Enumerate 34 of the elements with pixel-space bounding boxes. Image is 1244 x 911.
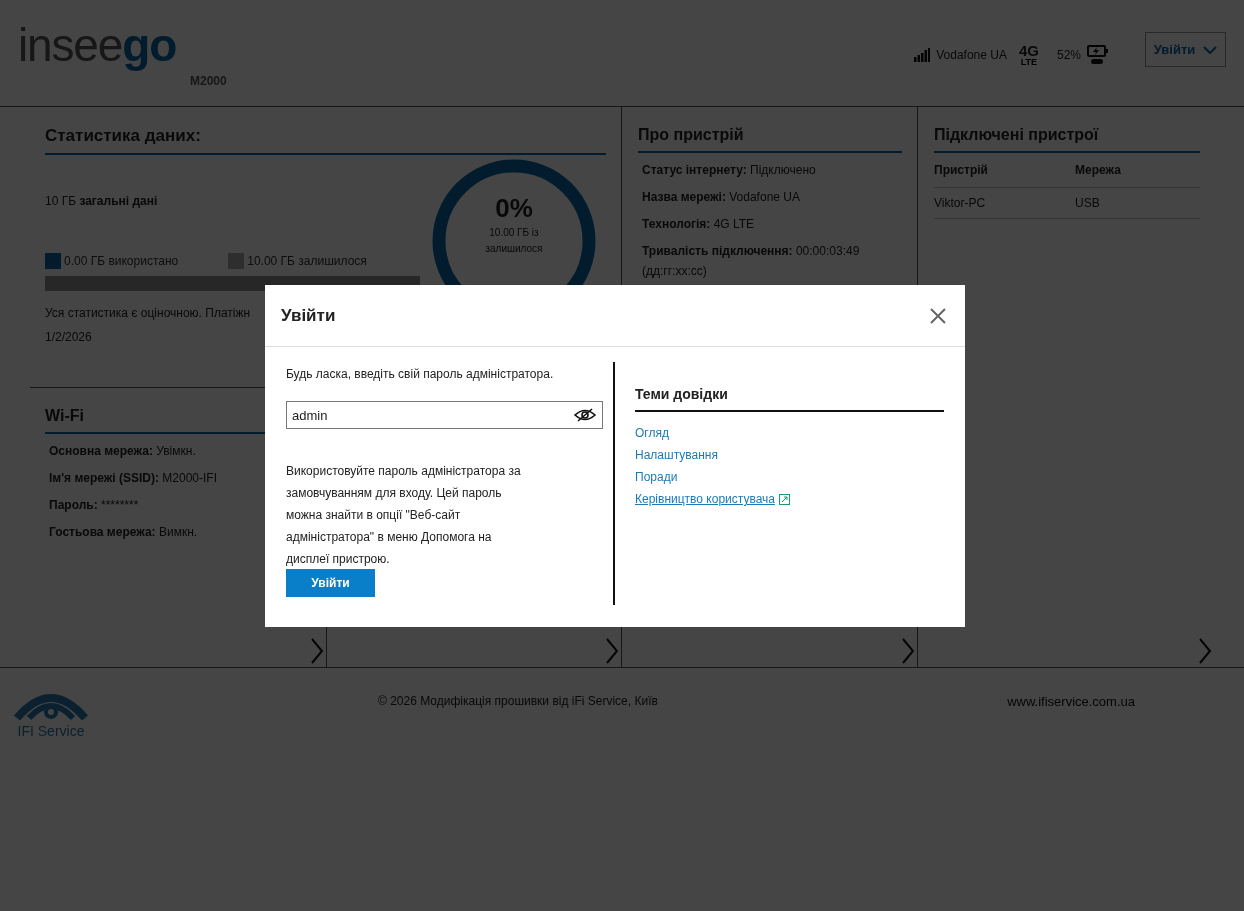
info-row-text: Тривалість підключення: 00:00:03:49 (дд:гг:хх:сс): [642, 243, 861, 280]
info-row-text: Технологія: 4G LTE: [642, 216, 755, 233]
info-row-text: Пароль: ********: [49, 497, 139, 514]
login-submit-button[interactable]: Увійти: [286, 569, 375, 597]
hint-text: Використовуйте пароль адміністратора за замовчуванням для входу. Цей пароль можна знайти в опції "Веб-сайт адміністратора" в меню Допомога на дисплеї пристрою.: [286, 463, 522, 568]
copyright-text: © 2026 Модифікація прошивки від iFi Service, Київ: [378, 693, 658, 710]
help-link[interactable]: Налаштування: [635, 446, 718, 464]
table-cell-text: Viktor-PC: [934, 195, 987, 212]
legend-label: 10.00 ГБ залишилося: [247, 252, 367, 270]
external-link-icon: [778, 493, 790, 505]
info-row-text: Основна мережа: Увімкн.: [49, 443, 196, 460]
info-row-text: Назва мережі: Vodafone UA: [642, 189, 800, 206]
help-link[interactable]: Поради: [635, 468, 678, 486]
help-link[interactable]: Керівництво користувача: [635, 490, 790, 508]
total-data-text: 10 ГБ загальні дані: [45, 192, 159, 210]
close-icon: [929, 306, 947, 325]
disclaimer-text: Уся статистика є оціночною. Платіжн: [45, 304, 251, 322]
date-text: 1/2/2026: [45, 328, 93, 346]
info-row-text: Гостьова мережа: Вимкн.: [49, 524, 198, 541]
help-link[interactable]: Огляд: [635, 424, 669, 442]
table-cell-text: USB: [1075, 195, 1101, 212]
prompt-text: Будь ласка, введіть свій пароль адміністратора.: [286, 366, 555, 383]
help-title: Теми довідки: [635, 384, 944, 412]
eye-slash-icon: [574, 408, 596, 422]
column-header: Мережа: [1075, 162, 1122, 179]
gauge-percent: 0%: [495, 192, 533, 223]
info-row-text: Ім'я мережі (SSID): M2000-IFI: [49, 470, 217, 487]
battery-percent: 52%: [1056, 46, 1081, 64]
network-type: 4G LTE: [1018, 42, 1039, 67]
info-row-text: Статус інтернету: Підключено: [642, 162, 816, 179]
column-header: Пристрій: [934, 162, 989, 179]
carrier-name: Vodafone UA: [936, 46, 1007, 64]
dialog-title: Увійти: [281, 304, 337, 327]
password-field[interactable]: admin: [286, 401, 603, 429]
